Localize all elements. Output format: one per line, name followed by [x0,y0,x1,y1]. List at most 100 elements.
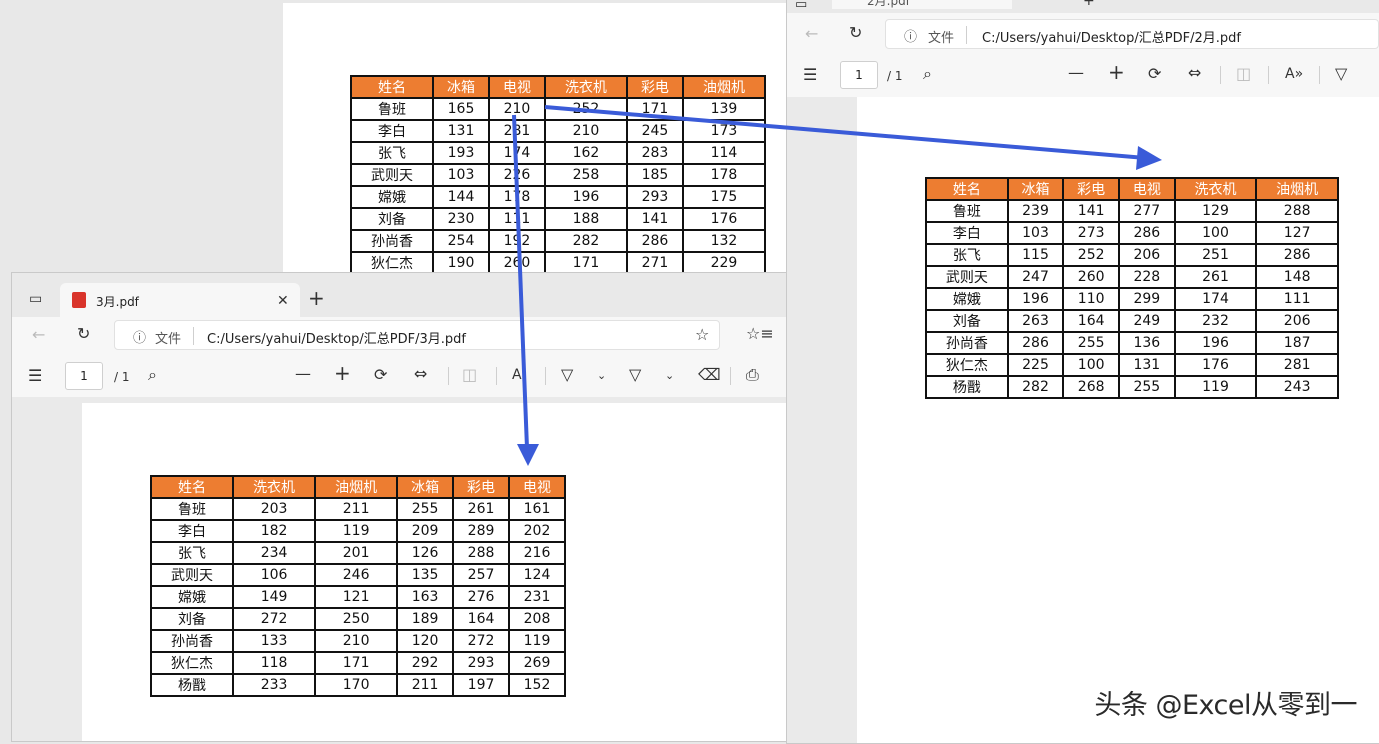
table-cell: 103 [432,163,490,187]
address-bar[interactable]: ⓘ 文件 C:/Users/yahui/Desktop/汇总PDF/2月.pdf [885,19,1379,49]
refresh-icon[interactable]: ↻ [77,326,90,342]
table-cell: 149 [232,585,317,609]
new-tab-icon[interactable]: + [308,288,325,308]
table-cell: 255 [396,497,455,521]
column-header: 彩电 [625,75,684,99]
back-arrow-icon[interactable]: ← [805,26,818,42]
page-view-icon[interactable]: ◫ [462,367,477,383]
search-icon[interactable]: ⌕ [923,66,932,82]
sidebar-toggle-icon[interactable]: ▭ [795,0,807,13]
table-cell: 141 [625,207,684,231]
table-cell: 170 [314,673,399,697]
add-favorite-icon[interactable]: ☆ [695,327,709,343]
table-cell: 136 [1118,331,1176,355]
zoom-out-icon[interactable]: — [295,366,311,382]
print-icon[interactable]: ⎙ [746,367,759,383]
contents-list-icon[interactable]: ☰ [28,368,42,384]
page-view-icon[interactable]: ◫ [1236,66,1251,82]
table-cell: 114 [681,141,767,165]
table-cell: 234 [232,541,317,565]
close-tab-icon[interactable]: ✕ [277,293,289,309]
table-cell: 210 [487,97,546,121]
table-cell: 254 [432,229,490,253]
table-cell: 李白 [149,519,235,543]
table-cell: 272 [452,629,511,653]
table-cell: 268 [1062,375,1120,399]
back-arrow-icon[interactable]: ← [32,327,45,343]
new-tab-icon[interactable]: + [1083,0,1095,9]
table-row: 嫦娥 144 178 196 293 175 [349,185,767,209]
column-header: 洗衣机 [543,75,628,99]
table-cell: 190 [432,251,490,275]
table-row: 刘备 263 164 249 232 206 [925,309,1339,333]
table-cell: 李白 [349,119,435,143]
highlight-icon[interactable]: ▽ [629,367,641,383]
contents-list-icon[interactable]: ☰ [803,67,817,83]
table-cell: 131 [1118,353,1176,377]
tab-mar-label: 3月.pdf [96,295,139,309]
info-icon[interactable]: ⓘ [133,327,146,346]
table-cell: 鲁班 [925,199,1009,223]
table-cell: 272 [232,607,317,631]
table-cell: 210 [314,629,399,653]
rotate-icon[interactable]: ⟳ [374,367,387,383]
info-icon[interactable]: ⓘ [904,26,917,45]
table-header-row: 姓名 冰箱 彩电 电视 洗衣机 油烟机 [925,177,1339,201]
refresh-icon[interactable]: ↻ [849,25,862,41]
table-cell: 233 [232,673,317,697]
page-number-input[interactable]: 1 [840,61,878,89]
table-cell: 武则天 [925,265,1009,289]
table-row: 武则天 103 226 258 185 178 [349,163,767,187]
search-icon[interactable]: ⌕ [148,367,157,383]
eraser-icon[interactable]: ⌫ [698,367,721,383]
page-number-input[interactable]: 1 [65,362,103,390]
table-cell: 狄仁杰 [925,353,1009,377]
zoom-in-icon[interactable]: + [334,363,351,383]
table-cell: 226 [487,163,546,187]
rotate-icon[interactable]: ⟳ [1148,66,1161,82]
table-cell: 刘备 [925,309,1009,333]
read-aloud-icon[interactable]: A [512,367,522,383]
address-url: C:/Users/yahui/Desktop/汇总PDF/2月.pdf [982,31,1241,46]
table-row: 张飞 234 201 126 288 216 [149,541,566,565]
draw-icon[interactable]: ▽ [1335,66,1347,82]
table-cell: 260 [1062,265,1120,289]
table-cell: 263 [1006,309,1065,333]
read-aloud-icon[interactable]: A» [1285,66,1303,82]
table-cell: 171 [314,651,399,675]
table-cell: 282 [543,229,628,253]
table-cell: 100 [1062,353,1120,377]
table-cell: 刘备 [349,207,435,231]
table-cell: 243 [1255,375,1339,399]
table-cell: 狄仁杰 [349,251,435,275]
fit-page-icon[interactable]: ⇔ [1188,65,1201,81]
table-cell: 119 [314,519,399,543]
pdf-file-icon [72,292,86,308]
favorites-icon[interactable]: ☆≡ [746,326,774,342]
chevron-down-icon[interactable]: ⌄ [665,368,674,384]
tab-mar[interactable]: 3月.pdf ✕ [60,283,300,317]
table-cell: 206 [1118,243,1176,267]
table-cell: 武则天 [349,163,435,187]
table-cell: 杨戬 [925,375,1009,399]
fit-page-icon[interactable]: ⇔ [414,366,427,382]
table-cell: 193 [432,141,490,165]
address-bar[interactable]: ⓘ 文件 C:/Users/yahui/Desktop/汇总PDF/3月.pdf… [114,320,720,350]
table-cell: 100 [1173,221,1258,245]
page-total: / 1 [114,370,130,384]
table-cell: 刘备 [149,607,235,631]
table-cell: 286 [1118,221,1176,245]
chevron-down-icon[interactable]: ⌄ [597,368,606,384]
zoom-in-icon[interactable]: + [1108,62,1125,82]
address-row: ← ↻ ⓘ 文件 C:/Users/yahui/Desktop/汇总PDF/3月… [12,317,786,357]
draw-icon[interactable]: ▽ [561,367,573,383]
table-cell: 211 [314,497,399,521]
zoom-out-icon[interactable]: — [1068,65,1084,81]
table-cell: 孙尚香 [349,229,435,253]
table-cell: 299 [1118,287,1176,311]
table-row: 李白 103 273 286 100 127 [925,221,1339,245]
sidebar-toggle-icon[interactable]: ▭ [29,291,42,307]
table-cell: 276 [452,585,511,609]
table-cell: 124 [508,563,566,587]
tab-feb[interactable]: 2月.pdf [832,0,1012,9]
